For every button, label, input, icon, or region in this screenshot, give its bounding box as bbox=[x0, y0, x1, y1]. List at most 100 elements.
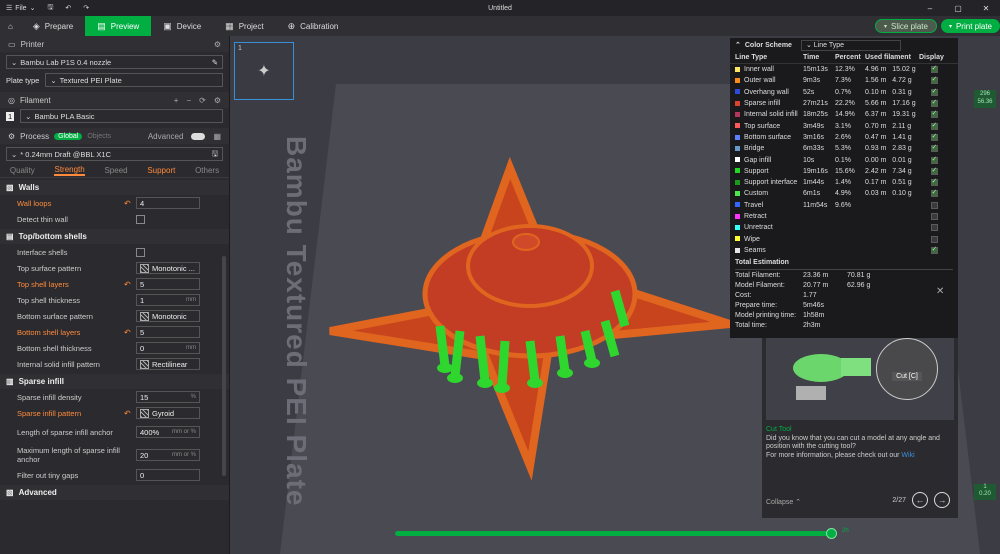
add-icon[interactable]: + bbox=[174, 96, 179, 105]
next-tip-button[interactable]: → bbox=[934, 492, 950, 508]
display-checkbox[interactable] bbox=[930, 87, 938, 96]
undo-icon: ↶ bbox=[65, 5, 72, 12]
maximize-button[interactable]: ▢ bbox=[944, 0, 972, 16]
top-thickness-input[interactable]: 1 mm bbox=[136, 294, 200, 306]
display-checkbox[interactable] bbox=[930, 132, 938, 141]
horizontal-slider-handle[interactable] bbox=[826, 528, 837, 539]
infill-density-input[interactable]: 15% bbox=[136, 391, 200, 403]
top-layers-row: Top shell layers ↶ 5 bbox=[0, 276, 229, 292]
display-checkbox[interactable] bbox=[930, 98, 938, 108]
tab-project[interactable]: ▦ Project bbox=[213, 16, 275, 36]
color-swatch bbox=[735, 247, 740, 253]
tab-calibration[interactable]: ⊕ Calibration bbox=[276, 16, 351, 36]
slice-plate-button[interactable]: ▾ Slice plate bbox=[875, 19, 937, 33]
bottom-pattern-select[interactable]: Monotonic bbox=[136, 310, 200, 322]
save-button[interactable]: 🖫 bbox=[41, 0, 59, 16]
tab-preview[interactable]: ▤ Preview bbox=[85, 16, 152, 36]
filament-select[interactable]: ⌄ Bambu PLA Basic bbox=[20, 109, 223, 123]
display-checkbox[interactable] bbox=[930, 235, 938, 243]
bottom-layers-input[interactable]: 5 bbox=[136, 326, 200, 338]
chevron-down-icon: ▾ bbox=[948, 23, 952, 30]
infill-anchor-max-input[interactable]: 20 mm or % bbox=[136, 449, 200, 461]
display-checkbox[interactable] bbox=[930, 177, 938, 187]
redo-icon: ↷ bbox=[83, 5, 90, 12]
reset-icon[interactable]: ↶ bbox=[124, 280, 131, 289]
redo-button[interactable]: ↷ bbox=[77, 0, 95, 16]
filter-gaps-input[interactable]: 0 bbox=[136, 469, 200, 481]
undo-button[interactable]: ↶ bbox=[59, 0, 77, 16]
infill-pattern-row: Sparse infill pattern ↶ Gyroid bbox=[0, 405, 229, 421]
interface-shells-checkbox[interactable] bbox=[136, 247, 145, 257]
color-swatch bbox=[735, 202, 740, 208]
estimation-rows: Total Filament: 23.36 m 70.81 g Model Filam… bbox=[735, 270, 953, 330]
color-swatch bbox=[735, 100, 740, 106]
tab-speed[interactable]: Speed bbox=[104, 166, 127, 175]
display-checkbox[interactable] bbox=[930, 64, 938, 74]
gear-icon[interactable]: ⚙ bbox=[214, 40, 221, 49]
collapse-button[interactable]: Collapse ⌃ bbox=[766, 498, 801, 506]
reset-icon[interactable]: ↶ bbox=[124, 409, 131, 418]
display-checkbox[interactable] bbox=[930, 224, 938, 232]
process-profile-select[interactable]: ⌄ * 0.24mm Draft @BBL X1C 🖫 bbox=[6, 147, 223, 161]
top-layers-input[interactable]: 5 bbox=[136, 278, 200, 290]
wiki-link[interactable]: Wiki bbox=[901, 452, 914, 459]
wall-loops-input[interactable]: 4 bbox=[136, 197, 200, 209]
display-checkbox[interactable] bbox=[930, 121, 938, 130]
reset-icon[interactable]: ↶ bbox=[124, 328, 131, 337]
compare-icon[interactable]: ▦ bbox=[213, 132, 221, 141]
tab-support[interactable]: Support bbox=[147, 166, 175, 175]
display-checkbox[interactable] bbox=[930, 75, 938, 85]
tab-quality[interactable]: Quality bbox=[10, 166, 35, 175]
infill-anchor-row: Length of sparse infill anchor 400% mm or … bbox=[0, 421, 229, 443]
edit-icon[interactable]: ✎ bbox=[212, 58, 218, 67]
reset-icon[interactable]: ↶ bbox=[124, 199, 131, 208]
close-button[interactable]: ✕ bbox=[972, 0, 1000, 16]
display-checkbox[interactable] bbox=[930, 166, 938, 175]
home-button[interactable]: ⌂ bbox=[0, 16, 21, 36]
color-swatch bbox=[735, 224, 740, 230]
estimation-row: Prepare time: 5m46s bbox=[735, 301, 825, 309]
layer-slider-top[interactable]: 296 56.36 bbox=[974, 90, 996, 108]
plate-type-select[interactable]: ⌄ Textured PEI Plate bbox=[45, 73, 223, 87]
tab-strength[interactable]: Strength bbox=[54, 165, 85, 176]
wall-loops-row: Wall loops ↶ 4 bbox=[0, 195, 229, 211]
home-icon: ⌂ bbox=[8, 21, 13, 31]
top-pattern-select[interactable]: Monotonic ... bbox=[136, 262, 200, 274]
close-icon[interactable]: ✕ bbox=[936, 286, 944, 297]
remove-icon[interactable]: − bbox=[186, 96, 191, 105]
chevron-up-icon[interactable]: ⌃ bbox=[735, 41, 741, 49]
estimation-row: Model Filament: 20.77 m 62.96 g bbox=[735, 281, 871, 289]
previous-tip-button[interactable]: ← bbox=[912, 492, 928, 508]
advanced-switch[interactable] bbox=[191, 132, 206, 140]
tab-device[interactable]: ▣ Device bbox=[151, 16, 213, 36]
minimize-button[interactable]: – bbox=[916, 0, 944, 16]
display-checkbox[interactable] bbox=[930, 188, 938, 198]
color-swatch bbox=[735, 78, 740, 84]
display-checkbox[interactable] bbox=[930, 143, 938, 153]
save-icon[interactable]: 🖫 bbox=[212, 148, 218, 161]
detect-thin-wall-checkbox[interactable] bbox=[136, 214, 145, 224]
sync-icon[interactable]: ⟳ bbox=[199, 96, 206, 105]
display-checkbox[interactable] bbox=[930, 201, 938, 209]
cut-tool-icon[interactable]: Cut [C] bbox=[876, 338, 938, 400]
internal-pattern-select[interactable]: Rectilinear bbox=[136, 358, 200, 370]
layer-horizontal-slider[interactable] bbox=[395, 531, 835, 536]
display-checkbox[interactable] bbox=[930, 245, 938, 254]
objects-toggle[interactable]: Objects bbox=[87, 133, 111, 140]
bottom-thickness-input[interactable]: 0 mm bbox=[136, 342, 200, 354]
layer-slider-bottom[interactable]: 1 0.20 bbox=[974, 484, 996, 500]
infill-anchor-input[interactable]: 400% mm or % bbox=[136, 426, 200, 438]
sidebar-scrollbar[interactable] bbox=[222, 256, 226, 476]
color-scheme-select[interactable]: ⌄ Line Type bbox=[800, 39, 901, 51]
printer-select[interactable]: ⌄ Bambu Lab P1S 0.4 nozzle ✎ bbox=[6, 55, 223, 69]
print-plate-button[interactable]: ▾ Print plate bbox=[940, 19, 1000, 33]
display-checkbox[interactable] bbox=[930, 155, 938, 164]
tab-others[interactable]: Others bbox=[195, 166, 219, 175]
gear-icon[interactable]: ⚙ bbox=[214, 96, 221, 105]
display-checkbox[interactable] bbox=[930, 109, 938, 119]
global-toggle[interactable]: Global bbox=[54, 132, 83, 140]
file-menu[interactable]: ☰ File ⌄ bbox=[0, 0, 41, 16]
tab-prepare[interactable]: ◈ Prepare bbox=[21, 16, 85, 36]
infill-pattern-select[interactable]: Gyroid bbox=[136, 407, 200, 419]
display-checkbox[interactable] bbox=[930, 213, 938, 220]
